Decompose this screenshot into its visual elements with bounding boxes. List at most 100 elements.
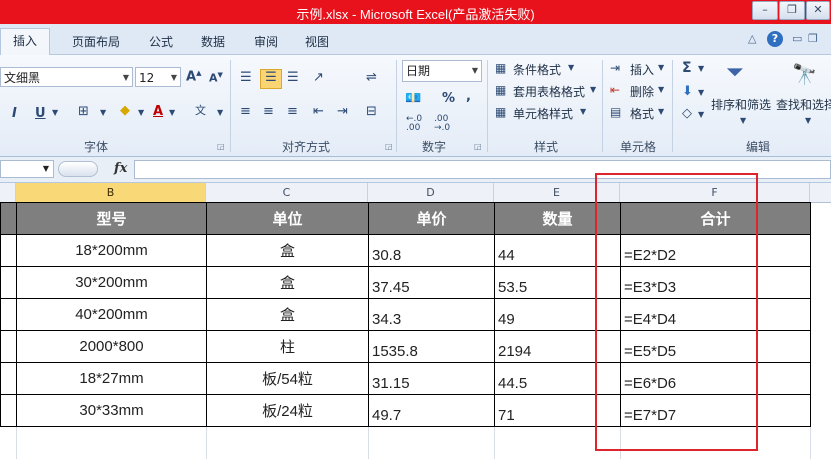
insert-cells-icon[interactable]: ⇥ <box>610 61 620 75</box>
header-price[interactable]: 单价 <box>368 202 495 235</box>
tab-data[interactable]: 数据 <box>201 33 225 50</box>
align-bottom-icon[interactable]: ☰ <box>287 70 299 85</box>
chevron-down-icon[interactable]: ▼ <box>52 108 58 117</box>
accounting-format-icon[interactable]: 💶 <box>405 91 421 106</box>
delete-cells-button[interactable]: 删除 <box>630 83 654 100</box>
find-select-button[interactable]: 查找和选择 <box>776 96 831 113</box>
sort-filter-icon[interactable]: ⏷ <box>726 60 744 85</box>
chevron-down-icon[interactable]: ▼ <box>698 88 704 97</box>
font-size-combo[interactable]: 12 ▼ <box>135 67 181 87</box>
percent-style-icon[interactable]: % <box>442 91 455 106</box>
fill-color-icon[interactable]: ◆ <box>120 103 130 118</box>
format-cells-icon[interactable]: ▤ <box>610 105 621 119</box>
table-cell[interactable]: 盒 <box>206 266 369 299</box>
cell-styles-icon[interactable]: ▦ <box>495 105 506 119</box>
number-format-combo[interactable]: 日期 ▼ <box>402 60 482 82</box>
column-header-c[interactable]: C <box>206 183 368 202</box>
formula-bar-splitter[interactable] <box>58 161 98 177</box>
chevron-down-icon[interactable]: ▼ <box>590 85 596 94</box>
table-cell[interactable] <box>16 426 207 459</box>
chevron-down-icon[interactable]: ▼ <box>805 116 811 125</box>
table-cell[interactable]: 18*27mm <box>16 362 207 395</box>
grow-font-icon[interactable]: A▲ <box>186 69 201 84</box>
phonetic-guide-icon[interactable]: 文 <box>195 102 206 118</box>
chevron-down-icon[interactable]: ▼ <box>138 108 144 117</box>
align-right-icon[interactable]: ≡ <box>287 104 298 119</box>
insert-function-icon[interactable]: fx <box>114 161 127 176</box>
table-cell[interactable]: 31.15 <box>368 362 495 395</box>
chevron-down-icon[interactable]: ▼ <box>698 64 704 73</box>
tab-page-layout[interactable]: 页面布局 <box>72 33 120 50</box>
decrease-decimal-icon[interactable]: .00 →.0 <box>434 115 450 133</box>
border-icon[interactable]: ⊞ <box>78 104 89 119</box>
name-box[interactable]: ▼ <box>0 160 54 178</box>
cell-styles-button[interactable]: 单元格样式 <box>513 105 573 122</box>
italic-icon[interactable]: I <box>12 106 17 121</box>
table-cell[interactable]: 40*200mm <box>16 298 207 331</box>
chevron-down-icon[interactable]: ▼ <box>580 107 586 116</box>
restore-workbook-icon[interactable]: ❐ <box>808 32 818 45</box>
dialog-launcher-icon[interactable]: ◲ <box>217 142 225 151</box>
column-header-a[interactable] <box>0 183 16 202</box>
table-cell[interactable] <box>368 426 495 459</box>
delete-cells-icon[interactable]: ⇤ <box>610 83 620 97</box>
table-cell[interactable]: 49.7 <box>368 394 495 427</box>
find-select-icon[interactable]: 🔭 <box>792 62 817 86</box>
close-button[interactable]: ✕ <box>806 1 830 20</box>
conditional-format-icon[interactable]: ▦ <box>495 61 506 75</box>
align-center-icon[interactable]: ≡ <box>263 104 274 119</box>
table-cell[interactable]: 盒 <box>206 234 369 267</box>
merge-center-icon[interactable]: ⊟ <box>366 104 377 119</box>
tab-insert[interactable]: 插入 <box>0 28 50 55</box>
sort-filter-button[interactable]: 排序和筛选 <box>711 96 771 113</box>
fill-icon[interactable]: ⬇ <box>682 84 693 99</box>
table-cell[interactable] <box>0 394 17 427</box>
table-cell[interactable]: 2000*800 <box>16 330 207 363</box>
table-cell[interactable] <box>0 426 17 459</box>
table-cell[interactable] <box>0 330 17 363</box>
insert-cells-button[interactable]: 插入 <box>630 61 654 78</box>
chevron-down-icon[interactable]: ▼ <box>658 63 664 72</box>
collapse-ribbon-icon[interactable]: △ <box>748 32 756 45</box>
wrap-text-icon[interactable]: ⇌ <box>366 70 377 85</box>
align-middle-icon[interactable]: ☰ <box>260 69 282 89</box>
header-model[interactable]: 型号 <box>16 202 207 235</box>
align-left-icon[interactable]: ≡ <box>240 104 251 119</box>
tab-view[interactable]: 视图 <box>305 33 329 50</box>
restore-button[interactable]: ❐ <box>779 1 805 20</box>
column-header-d[interactable]: D <box>368 183 494 202</box>
table-cell[interactable] <box>0 202 17 235</box>
table-cell[interactable]: 18*200mm <box>16 234 207 267</box>
align-top-icon[interactable]: ☰ <box>240 70 252 85</box>
increase-decimal-icon[interactable]: ←.0.00 <box>406 115 422 133</box>
format-as-table-button[interactable]: 套用表格格式 <box>513 83 585 100</box>
format-as-table-icon[interactable]: ▦ <box>495 83 506 97</box>
font-name-combo[interactable]: 文细黑 ▼ <box>0 67 133 87</box>
table-cell[interactable]: 37.45 <box>368 266 495 299</box>
table-cell[interactable]: 30.8 <box>368 234 495 267</box>
table-cell[interactable] <box>206 426 369 459</box>
minimize-workbook-icon[interactable]: ▭ <box>792 32 802 45</box>
table-cell[interactable] <box>0 298 17 331</box>
table-cell[interactable]: 1535.8 <box>368 330 495 363</box>
table-cell[interactable] <box>0 266 17 299</box>
format-cells-button[interactable]: 格式 <box>630 105 654 122</box>
autosum-icon[interactable]: Σ <box>682 60 692 76</box>
table-cell[interactable]: 30*200mm <box>16 266 207 299</box>
chevron-down-icon[interactable]: ▼ <box>658 85 664 94</box>
comma-style-icon[interactable]: , <box>466 89 471 104</box>
shrink-font-icon[interactable]: A▼ <box>209 71 223 85</box>
orientation-icon[interactable]: ↗ <box>313 70 324 85</box>
clear-icon[interactable]: ◇ <box>682 106 692 121</box>
chevron-down-icon[interactable]: ▼ <box>698 110 704 119</box>
tab-formulas[interactable]: 公式 <box>149 33 173 50</box>
decrease-indent-icon[interactable]: ⇤ <box>313 104 324 119</box>
table-cell[interactable] <box>0 362 17 395</box>
help-icon[interactable]: ? <box>767 31 783 47</box>
chevron-down-icon[interactable]: ▼ <box>217 108 223 117</box>
header-unit[interactable]: 单位 <box>206 202 369 235</box>
column-header-g[interactable] <box>810 183 831 202</box>
conditional-format-button[interactable]: 条件格式 <box>513 61 561 78</box>
chevron-down-icon[interactable]: ▼ <box>100 108 106 117</box>
tab-review[interactable]: 审阅 <box>254 33 278 50</box>
